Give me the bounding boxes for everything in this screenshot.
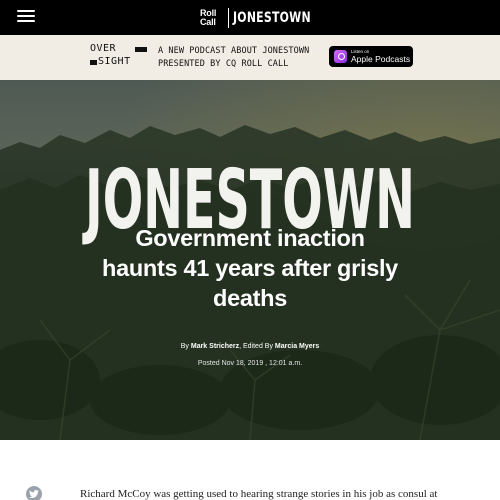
- edited-by-prefix: , Edited By: [239, 343, 275, 350]
- hamburger-menu-icon[interactable]: [17, 10, 35, 24]
- apple-podcasts-button[interactable]: Listen on Apple Podcasts: [329, 46, 413, 67]
- oversight-logo-line2: SIGHT: [98, 56, 131, 67]
- headline-line: haunts 41 years after grisly: [102, 255, 398, 281]
- podcast-promo-banner[interactable]: OVER SIGHT A NEW PODCAST ABOUT JONESTOWN…: [0, 35, 500, 80]
- brand-title: JONESTOWN: [233, 10, 311, 26]
- site-brand[interactable]: Roll Call JONESTOWN: [200, 6, 333, 30]
- apple-button-label: Apple Podcasts: [351, 54, 411, 64]
- oversight-logo-line1: OVER: [90, 43, 117, 54]
- top-nav-bar: Roll Call JONESTOWN: [0, 0, 500, 35]
- headline-line: Government inaction: [135, 225, 365, 251]
- promo-text: A NEW PODCAST ABOUT JONESTOWN PRESENTED …: [158, 45, 309, 71]
- twitter-icon[interactable]: [26, 486, 42, 500]
- hero-section: JONESTOWN Government inaction haunts 41 …: [0, 80, 500, 440]
- twitter-bird-icon: [29, 489, 39, 498]
- apple-podcasts-icon: [334, 50, 347, 63]
- article-headline: Government inaction haunts 41 years afte…: [0, 223, 500, 313]
- byline-prefix: By: [180, 343, 191, 350]
- article-first-paragraph: Richard McCoy was getting used to hearin…: [80, 488, 438, 500]
- oversight-logo-bar: [90, 60, 97, 65]
- editor-link[interactable]: Marcia Myers: [275, 343, 319, 350]
- article-body: Richard McCoy was getting used to hearin…: [0, 440, 500, 500]
- oversight-logo-bar: [135, 47, 147, 52]
- oversight-logo: OVER SIGHT: [90, 43, 148, 73]
- headline-line: deaths: [213, 285, 287, 311]
- promo-text-line2: PRESENTED BY CQ ROLL CALL: [158, 59, 289, 69]
- byline: By Mark Stricherz, Edited By Marcia Myer…: [0, 343, 500, 350]
- promo-text-line1: A NEW PODCAST ABOUT JONESTOWN: [158, 46, 310, 56]
- posted-date: Posted Nov 18, 2019 , 12:01 a.m.: [197, 360, 303, 367]
- brand-divider: [228, 8, 229, 28]
- roll-call-logo: Roll Call: [200, 8, 217, 27]
- author-link[interactable]: Mark Stricherz: [191, 343, 239, 350]
